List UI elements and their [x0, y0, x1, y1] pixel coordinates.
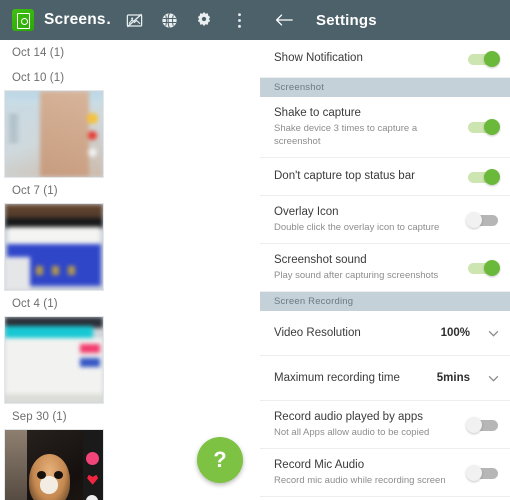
- gear-icon[interactable]: [191, 7, 217, 33]
- row-title: Overlay Icon: [274, 206, 339, 218]
- screenshot-thumbnail[interactable]: [4, 90, 104, 178]
- settings-panel: Settings Show Notification Screenshot Sh…: [260, 0, 510, 500]
- setting-row-overlay-icon[interactable]: Overlay Icon Double click the overlay ic…: [260, 196, 510, 244]
- screenshot-thumbnail[interactable]: [4, 429, 104, 500]
- row-subtitle: Not all Apps allow audio to be copied: [274, 427, 430, 438]
- app-title: Screens…: [44, 11, 112, 28]
- row-subtitle: Play sound after capturing screenshots: [274, 270, 439, 281]
- row-subtitle: Double click the overlay icon to capture: [274, 222, 440, 233]
- setting-row-record-app-audio[interactable]: Record audio played by apps Not all Apps…: [260, 401, 510, 449]
- app-screen: Screens…: [0, 0, 510, 500]
- chevron-down-icon[interactable]: [486, 375, 500, 382]
- chevron-down-icon[interactable]: [486, 330, 500, 337]
- overflow-menu-icon[interactable]: [226, 7, 252, 33]
- gallery-toolbar: Screens…: [0, 0, 260, 40]
- setting-row-dont-capture-status-bar[interactable]: Don't capture top status bar: [260, 158, 510, 196]
- settings-toolbar: Settings: [260, 0, 510, 40]
- help-fab-button[interactable]: ?: [197, 437, 243, 483]
- toggle-record-app-audio[interactable]: [466, 416, 500, 433]
- toggle-show-notification[interactable]: [466, 50, 500, 67]
- row-subtitle: Record mic audio while recording screen: [274, 475, 446, 486]
- settings-list[interactable]: Show Notification Screenshot Shake to ca…: [260, 40, 510, 500]
- back-arrow-icon[interactable]: [274, 10, 294, 30]
- max-recording-time-value: 5mins: [436, 372, 470, 384]
- row-title: Screenshot sound: [274, 254, 367, 266]
- app-logo-screenshot-icon: [12, 9, 34, 31]
- setting-row-screenshot-sound[interactable]: Screenshot sound Play sound after captur…: [260, 244, 510, 292]
- row-title: Record audio played by apps: [274, 411, 423, 423]
- row-title: Maximum recording time: [274, 371, 400, 384]
- toggle-screenshot-sound[interactable]: [466, 259, 500, 276]
- date-group-header: Oct 7 (1): [12, 185, 58, 197]
- screenshot-gallery-list[interactable]: Oct 14 (1) Oct 10 (1) Oct 7 (1) Oct 4 (1…: [0, 40, 260, 500]
- setting-row-video-resolution[interactable]: Video Resolution 100%: [260, 311, 510, 356]
- row-title: Show Notification: [274, 52, 363, 64]
- screenshot-thumbnail[interactable]: [4, 316, 104, 404]
- setting-row-record-mic-audio[interactable]: Record Mic Audio Record mic audio while …: [260, 449, 510, 497]
- row-title: Shake to capture: [274, 107, 361, 119]
- row-title: Video Resolution: [274, 326, 361, 339]
- section-header-screen-recording: Screen Recording: [260, 292, 510, 311]
- date-group-header: Oct 10 (1): [12, 72, 65, 84]
- toggle-overlay-icon[interactable]: [466, 211, 500, 228]
- date-group-header: Oct 4 (1): [12, 298, 58, 310]
- setting-row-shake-to-capture[interactable]: Shake to capture Shake device 3 times to…: [260, 97, 510, 158]
- row-subtitle: Shake device 3 times to capture a screen…: [274, 123, 418, 147]
- row-title: Don't capture top status bar: [274, 170, 415, 182]
- hide-images-icon[interactable]: [121, 7, 147, 33]
- setting-row-max-recording-time[interactable]: Maximum recording time 5mins: [260, 356, 510, 401]
- date-group-header: Oct 14 (1): [12, 47, 65, 59]
- section-header-screenshot: Screenshot: [260, 78, 510, 97]
- setting-row-show-notification[interactable]: Show Notification: [260, 40, 510, 78]
- screenshot-thumbnail[interactable]: [4, 203, 104, 291]
- settings-title: Settings: [316, 11, 377, 29]
- toggle-shake-to-capture[interactable]: [466, 119, 500, 135]
- toggle-record-mic-audio[interactable]: [466, 464, 500, 481]
- toggle-dont-capture-status-bar[interactable]: [466, 168, 500, 185]
- globe-icon[interactable]: [156, 7, 182, 33]
- gallery-panel: Screens…: [0, 0, 260, 500]
- date-group-header: Sep 30 (1): [12, 411, 67, 423]
- video-resolution-value: 100%: [440, 327, 470, 339]
- row-title: Record Mic Audio: [274, 459, 365, 471]
